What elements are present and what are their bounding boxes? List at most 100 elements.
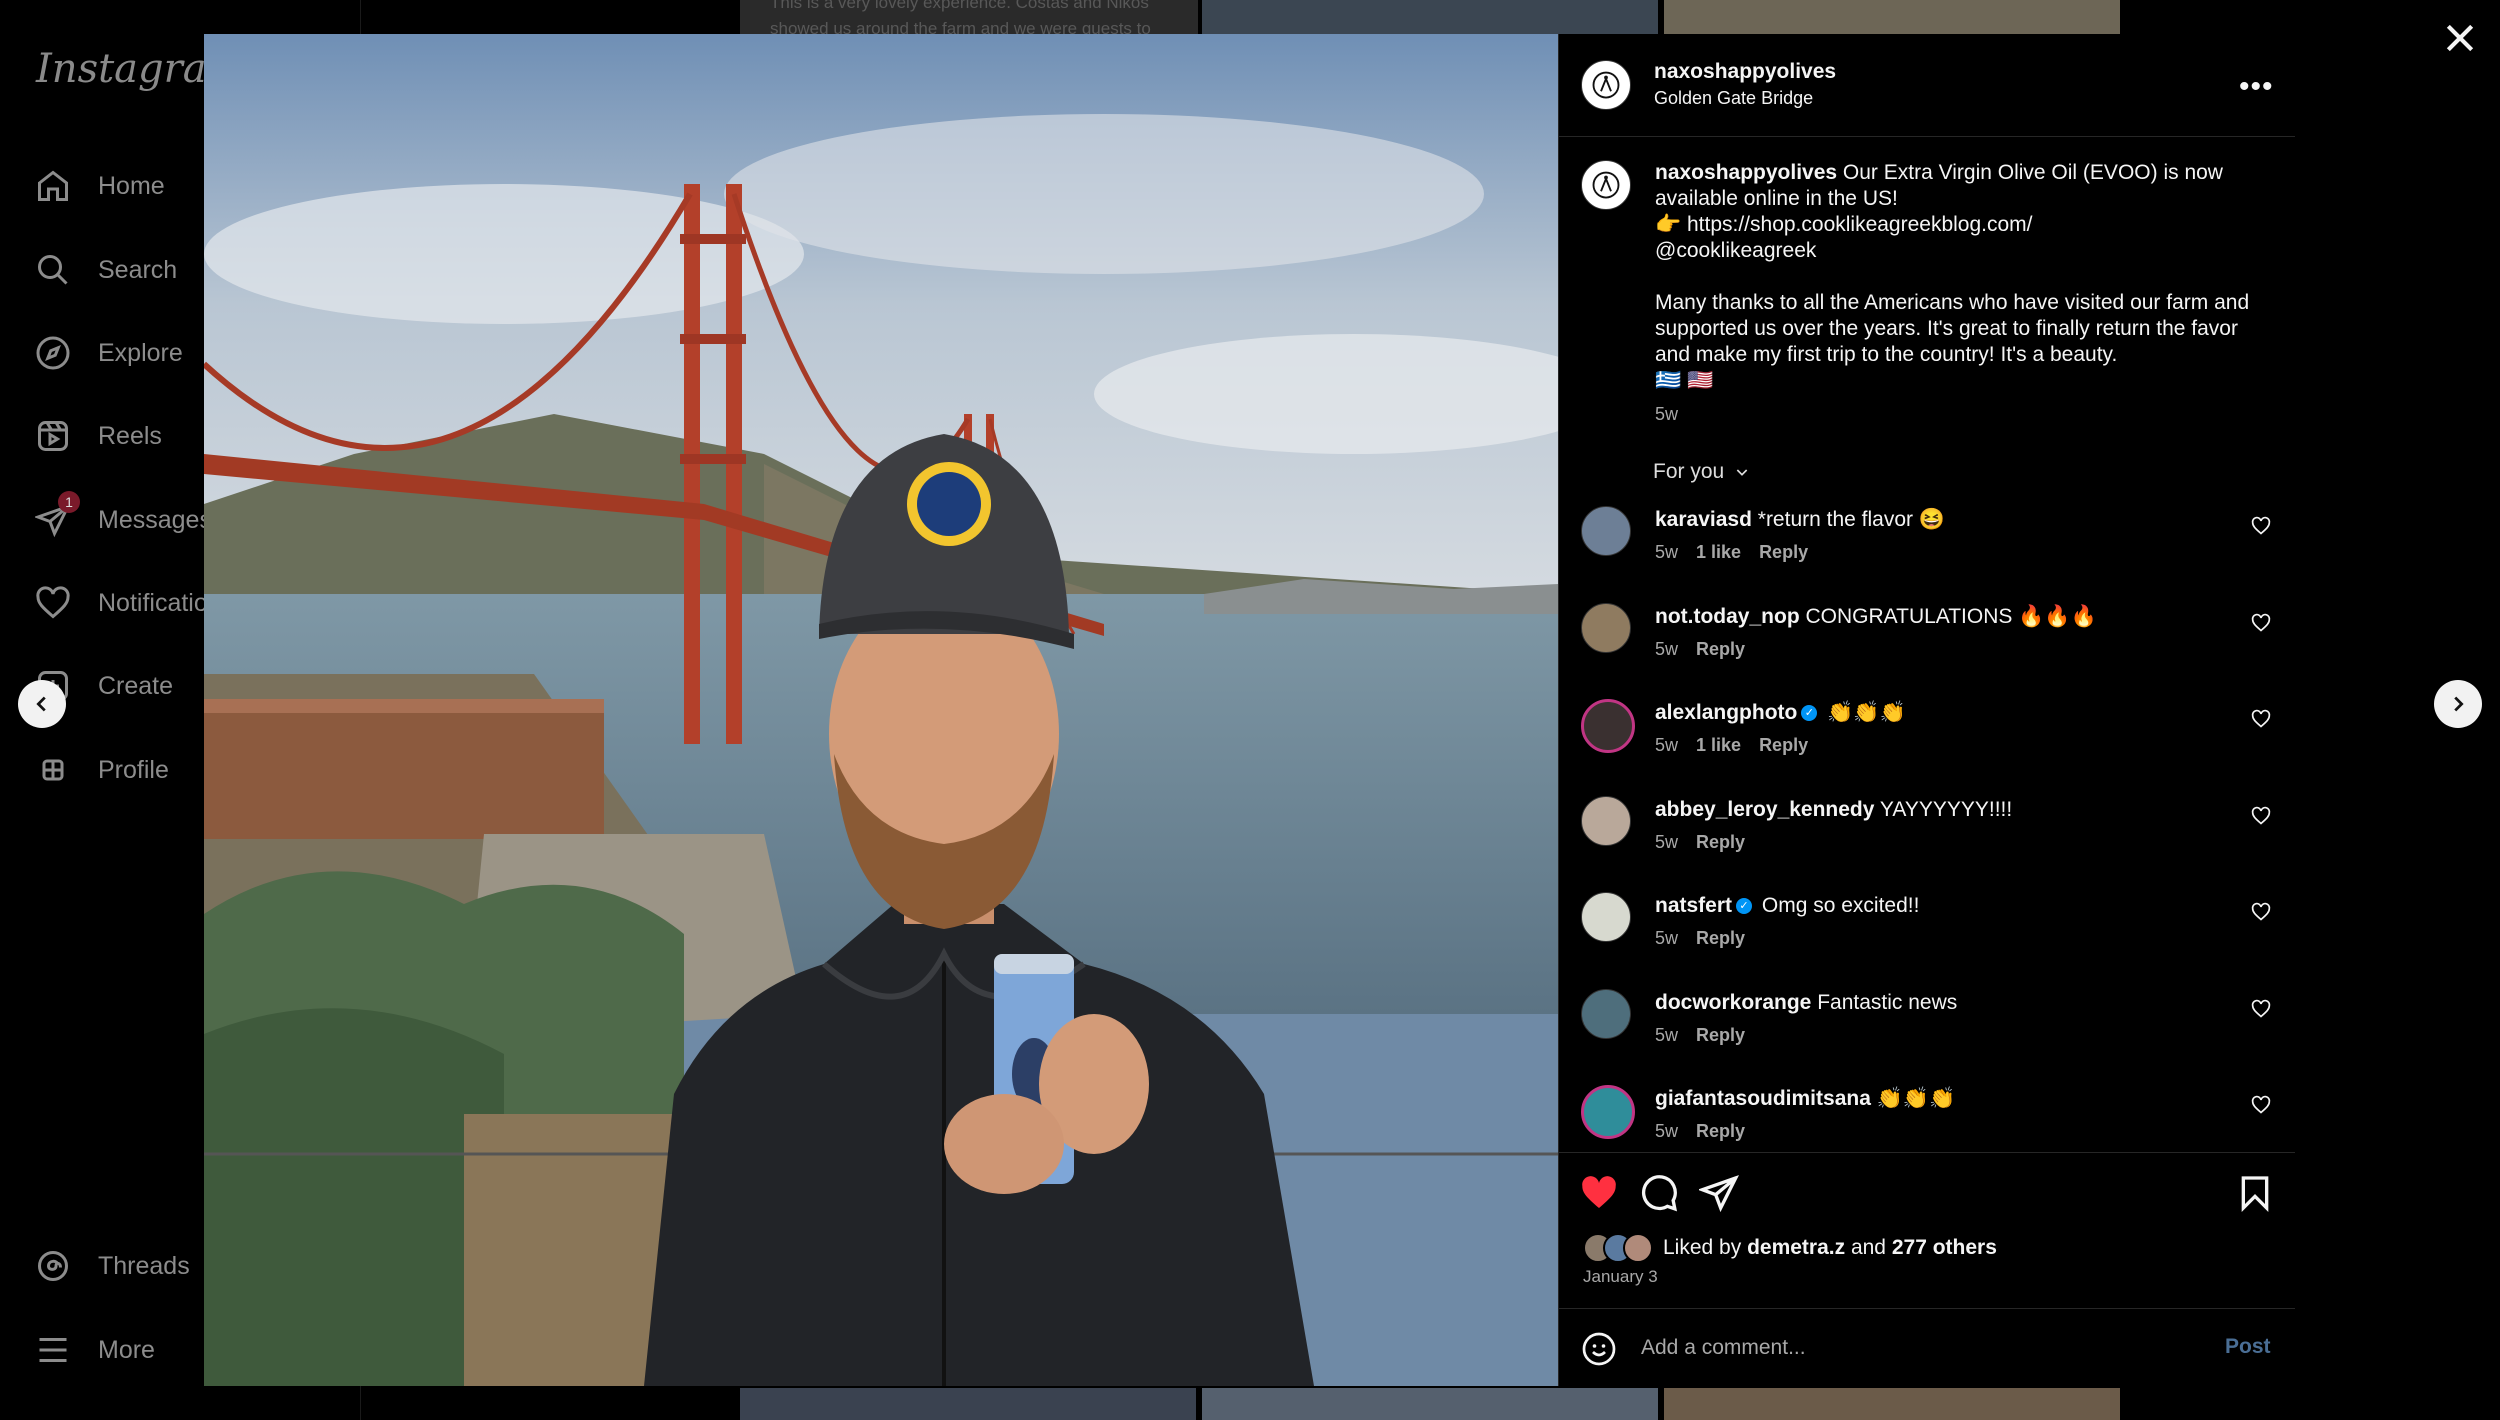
comment-meta: 5w Reply [1655, 1025, 1745, 1046]
post-location[interactable]: Golden Gate Bridge [1654, 88, 1813, 109]
comment-reply-button[interactable]: Reply [1696, 1025, 1745, 1046]
post-actions: Liked by demetra.z and 277 others Januar… [1559, 1152, 2295, 1318]
sidebar-item-label: Explore [98, 338, 183, 367]
comment-username[interactable]: docworkorange [1655, 991, 1811, 1014]
comment-reply-button[interactable]: Reply [1759, 735, 1808, 756]
comment-row: abbey_leroy_kennedy YAYYYYYY!!!! 5w Repl… [1559, 795, 2295, 886]
avatar[interactable] [1581, 988, 1631, 1039]
avatar[interactable] [1581, 506, 1631, 556]
sidebar-item-search[interactable]: Search [34, 242, 177, 298]
grid-tile [1664, 1388, 2120, 1420]
next-post-button[interactable] [2434, 680, 2482, 728]
comment-text: CONGRATULATIONS 🔥🔥🔥 [1805, 604, 2097, 628]
avatar[interactable] [1581, 699, 1635, 753]
comment-time: 5w [1655, 638, 1679, 659]
comment-body: alexlangphoto ✓ 👏👏👏 [1655, 701, 1906, 725]
golden-gate-photo [204, 34, 1558, 1386]
comment-reply-button[interactable]: Reply [1696, 1121, 1745, 1142]
post-photo[interactable] [204, 34, 1558, 1386]
sidebar-item-label: Messages [98, 505, 212, 534]
more-options-icon[interactable]: ••• [2239, 70, 2274, 104]
sidebar-item-reels[interactable]: Reels [34, 408, 162, 464]
sidebar-item-messages[interactable]: 1 Messages [34, 491, 212, 548]
comment-username[interactable]: alexlangphoto [1655, 701, 1797, 724]
post-date: January 3 [1583, 1267, 1658, 1286]
post-detail-panel: naxoshappyolives Golden Gate Bridge ••• … [1558, 34, 2295, 1386]
post-comment-button[interactable]: Post [2225, 1335, 2271, 1359]
comment-likes[interactable]: 1 like [1696, 542, 1741, 563]
sidebar-item-home[interactable]: Home [34, 158, 165, 214]
liked-by-others[interactable]: 277 others [1892, 1236, 1997, 1260]
sidebar-item-label: Reels [98, 421, 162, 450]
comment-username[interactable]: natsfert [1655, 894, 1732, 917]
comment-username[interactable]: abbey_leroy_kennedy [1655, 798, 1874, 821]
comment-meta: 5w 1 like Reply [1655, 735, 1808, 756]
avatar[interactable] [1581, 60, 1631, 110]
explore-icon [34, 334, 72, 372]
caption-text: Many thanks to all the Americans who hav… [1655, 291, 2250, 366]
comment-row: alexlangphoto ✓ 👏👏👏 5w 1 like Reply [1559, 699, 2295, 789]
avatar [1623, 1233, 1653, 1263]
heart-icon [34, 584, 72, 622]
comment-row: natsfert ✓ Omg so excited!! 5w Reply [1559, 892, 2295, 982]
caption-username[interactable]: naxoshappyolives [1655, 161, 1837, 184]
comment-input[interactable] [1639, 1329, 2183, 1367]
comment-username[interactable]: giafantasoudimitsana [1655, 1087, 1871, 1110]
comment-like-heart-icon[interactable] [2251, 1095, 2271, 1115]
emoji-icon[interactable] [1581, 1331, 1617, 1367]
bookmark-icon[interactable] [2235, 1173, 2275, 1213]
share-icon[interactable] [1699, 1173, 1739, 1213]
chevron-down-icon [1736, 469, 1748, 477]
comment-text: 👏👏👏 [1876, 1087, 1956, 1110]
comment-row: not.today_nop CONGRATULATIONS 🔥🔥🔥 5w Rep… [1559, 602, 2295, 693]
avatar[interactable] [1581, 892, 1631, 942]
comment-body: karaviasd *return the flavor 😆 [1655, 508, 1945, 532]
avatar[interactable] [1581, 160, 1631, 210]
post-caption: naxoshappyolives Our Extra Virgin Olive … [1655, 160, 2255, 394]
sidebar-item-label: Home [98, 171, 165, 200]
caption-flags: 🇬🇷 🇺🇸 [1655, 369, 1714, 392]
liked-by-user[interactable]: demetra.z [1747, 1236, 1845, 1260]
avatar[interactable] [1581, 602, 1631, 653]
caption-mention[interactable]: @cooklikeagreek [1655, 239, 1816, 262]
comment-like-heart-icon[interactable] [2251, 516, 2271, 536]
comment-reply-button[interactable]: Reply [1696, 928, 1745, 949]
liked-by-and: and [1850, 1236, 1886, 1259]
post-username[interactable]: naxoshappyolives [1654, 60, 1836, 84]
sidebar-item-threads[interactable]: Threads [34, 1238, 190, 1294]
comment-meta: 5w Reply [1655, 832, 1745, 853]
comment-time: 5w [1655, 831, 1679, 852]
comment-username[interactable]: not.today_nop [1655, 605, 1800, 628]
comment-like-heart-icon[interactable] [2251, 999, 2271, 1019]
grid-tile [740, 1388, 1196, 1420]
caption-link[interactable]: 👉 https://shop.cooklikeagreekblog.com/ [1655, 213, 2033, 236]
comment-text: Omg so excited!! [1761, 894, 1920, 917]
previous-post-button[interactable] [18, 680, 66, 728]
comment-time: 5w [1655, 928, 1679, 948]
sidebar-item-explore[interactable]: Explore [34, 325, 183, 381]
comment-like-heart-icon[interactable] [2251, 709, 2271, 729]
comment-reply-button[interactable]: Reply [1696, 832, 1745, 853]
grid-tile [1664, 0, 2120, 34]
comment-reply-button[interactable]: Reply [1759, 542, 1808, 563]
close-icon[interactable] [2440, 18, 2480, 58]
like-heart-icon[interactable] [1579, 1173, 1619, 1213]
avatar[interactable] [1581, 795, 1631, 846]
comment-reply-button[interactable]: Reply [1696, 639, 1745, 660]
comment-like-heart-icon[interactable] [2251, 902, 2271, 922]
sidebar-item-label: Search [98, 255, 178, 284]
comment-meta: 5w Reply [1655, 1121, 1745, 1142]
comment-text: 👏👏👏 [1827, 701, 1906, 724]
comment-likes[interactable]: 1 like [1696, 735, 1741, 756]
sidebar-item-more[interactable]: More [34, 1322, 155, 1378]
comment-like-heart-icon[interactable] [2251, 806, 2271, 826]
sidebar-item-profile[interactable]: Profile [34, 742, 169, 798]
search-icon [34, 251, 72, 289]
comment-sort-dropdown[interactable]: For you [1653, 460, 1750, 484]
comment-like-heart-icon[interactable] [2251, 613, 2271, 633]
reels-icon [34, 417, 72, 455]
avatar[interactable] [1581, 1085, 1635, 1139]
messages-badge: 1 [58, 491, 80, 513]
comment-username[interactable]: karaviasd [1655, 508, 1752, 531]
comment-icon[interactable] [1639, 1173, 1679, 1213]
